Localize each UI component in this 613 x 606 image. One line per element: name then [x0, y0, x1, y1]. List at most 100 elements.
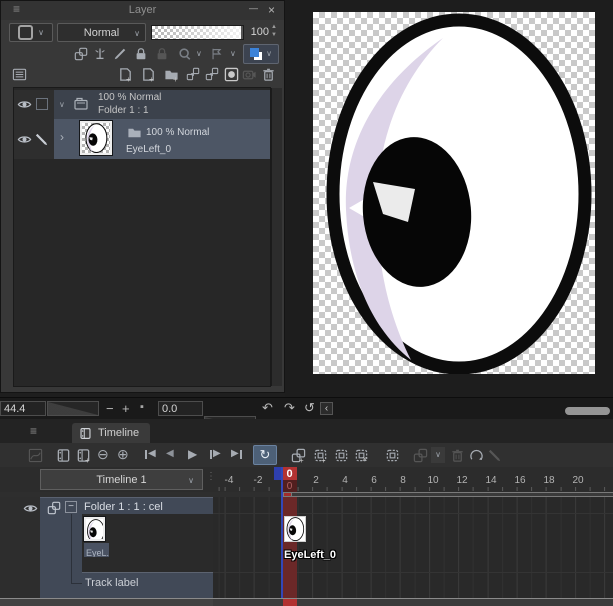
undo-button[interactable]: ↶ [262, 400, 273, 416]
new-raster-layer-button[interactable]: + [117, 65, 133, 83]
skip-to-end-button[interactable]: ▶ [231, 449, 242, 459]
track-cel-chip[interactable]: EyeL. [84, 543, 109, 557]
clip-to-layer-below-button[interactable] [73, 45, 89, 63]
edit-timeline-button[interactable] [55, 446, 71, 464]
brush-shape-dropdown[interactable]: ∨ [9, 23, 53, 42]
next-frame-button[interactable]: ▶ [210, 449, 221, 459]
track-visibility-button[interactable] [22, 500, 38, 516]
new-timeline-button[interactable]: + [75, 446, 91, 464]
onion-skin-options-button[interactable]: ∨ [431, 447, 445, 463]
zoom-in-button[interactable]: + [122, 401, 130, 416]
ruler-label: 2 [313, 475, 319, 486]
opacity-spinner[interactable]: ▲ ▼ [271, 24, 281, 41]
palette-menu-button[interactable] [11, 65, 27, 83]
plus-badge: + [126, 75, 131, 84]
create-layer-mask-button[interactable] [223, 65, 239, 83]
loop-playback-button[interactable]: ↻ [253, 445, 277, 465]
delete-layer-button[interactable] [260, 65, 276, 83]
play-button[interactable]: ▶ [188, 448, 197, 460]
layer-color-button[interactable]: ∨ [243, 44, 279, 64]
blend-mode-dropdown[interactable]: Normal ∨ [57, 23, 146, 42]
close-button[interactable]: × [268, 3, 275, 17]
timeline-zoom-out-button[interactable]: ⊖ [97, 446, 109, 463]
track-label: Track label [85, 577, 138, 589]
opacity-slider[interactable] [151, 25, 244, 40]
playhead-frame-indicator[interactable]: 0 [282, 467, 297, 480]
layer-visibility-button[interactable] [16, 131, 32, 147]
scrollbar-left-section [0, 599, 213, 606]
ruler-label: 4 [342, 475, 348, 486]
skip-to-start-button[interactable]: ◀ [145, 449, 156, 459]
actual-size-button[interactable]: ▪ [140, 401, 144, 413]
frame-ruler[interactable]: -4 -2 2 4 6 8 10 12 14 16 18 20 [213, 467, 613, 492]
ruler-options-chevron-icon[interactable]: ∨ [230, 50, 236, 58]
new-folder-button[interactable]: + [163, 65, 179, 83]
track-cel-thumbnail[interactable] [84, 517, 105, 541]
zoom-slider[interactable] [47, 401, 99, 416]
flip-view-button[interactable] [468, 446, 484, 464]
spinner-down-icon[interactable]: ▼ [271, 32, 277, 38]
previous-frame-button[interactable]: ◀ [166, 449, 174, 459]
layer-row-folder[interactable]: ∨ 100 % Normal Folder 1 : 1 [14, 90, 270, 119]
delete-specified-cels-button[interactable]: × [353, 446, 369, 464]
enable-mask-button[interactable] [177, 45, 193, 63]
lock-layer-button[interactable] [133, 45, 149, 63]
zoom-out-button[interactable]: − [106, 401, 114, 416]
playhead-frame-number: 0 [286, 468, 292, 480]
zoom-slider-wedge [48, 402, 98, 415]
reference-layer-button[interactable] [92, 45, 108, 63]
mask-options-chevron-icon[interactable]: ∨ [196, 50, 202, 58]
collapse-left-icon: ‹ [325, 404, 328, 414]
transfer-to-lower-button[interactable] [185, 65, 201, 83]
camera-folder-button[interactable] [241, 65, 257, 83]
frames-grid-hline-bottom [213, 572, 613, 573]
brush-shape-icon [18, 25, 33, 40]
canvas-transparent-background[interactable] [313, 12, 595, 374]
timeline-zoom-in-button[interactable]: ⊕ [117, 446, 129, 463]
playhead-start-line [281, 467, 283, 606]
delete-cel-button[interactable] [449, 446, 465, 464]
cel-selection-button[interactable] [384, 446, 400, 464]
merge-to-lower-button[interactable] [204, 65, 220, 83]
triangle-left-icon: ◀ [148, 449, 156, 459]
chevron-down-icon: ∨ [38, 29, 44, 37]
onion-skin-button[interactable] [412, 446, 428, 464]
timeline-tab[interactable]: Timeline [72, 423, 150, 443]
layer-select-checkbox[interactable] [36, 98, 48, 110]
reset-rotation-button[interactable]: ↺ [304, 400, 315, 416]
timeline-selector-dropdown[interactable]: Timeline 1 ∨ [40, 469, 203, 490]
triangle-left-icon: ◀ [166, 449, 174, 459]
correct-line-button[interactable] [487, 446, 503, 464]
zoom-value-box[interactable]: 44.4 [0, 401, 46, 416]
collapse-navigation-button[interactable]: ‹ [320, 402, 333, 415]
layer-thumbnail[interactable] [80, 121, 112, 155]
track-cel-strip[interactable]: EyeL. [82, 514, 213, 572]
spinner-up-icon[interactable]: ▲ [271, 24, 277, 30]
panel-title: Layer [1, 4, 284, 16]
timeline-bottom-scrollbar[interactable] [0, 598, 613, 606]
layer-list-scrollbar[interactable] [271, 88, 282, 386]
folder-expand-chevron-icon[interactable]: ∨ [59, 101, 65, 109]
canvas-horizontal-scrollbar[interactable] [565, 407, 610, 415]
new-layer-dialog-button[interactable]: + [140, 65, 156, 83]
timeline-panel-menu-icon[interactable]: ≡ [30, 424, 37, 438]
frame0-cel-thumbnail[interactable] [284, 516, 306, 542]
graph-editor-button[interactable] [27, 446, 43, 464]
layer-visibility-button[interactable] [16, 96, 32, 112]
new-cel-button[interactable]: + [312, 446, 328, 464]
layer-list: ∨ 100 % Normal Folder 1 : 1 › 100 % Norm… [13, 87, 271, 387]
redo-button[interactable]: ↷ [284, 400, 295, 416]
track-collapse-button[interactable]: − [65, 501, 77, 513]
lock-transparent-pixels-button[interactable] [154, 45, 170, 63]
minimize-button[interactable]: — [249, 3, 258, 13]
ruler-button[interactable] [209, 45, 225, 63]
specify-cels-button[interactable] [333, 446, 349, 464]
track-tree-corner [71, 583, 82, 584]
layer-expand-chevron-icon[interactable]: › [60, 130, 64, 144]
eye-artwork [313, 12, 595, 374]
chevron-down-icon: ∨ [134, 30, 140, 38]
layer-row-cel-selected[interactable]: › 100 % Normal EyeLeft_0 [14, 119, 270, 159]
rotation-value-box[interactable]: 0.0 [158, 401, 203, 416]
new-animation-cel-button[interactable]: + [290, 446, 306, 464]
draft-layer-button[interactable] [112, 45, 128, 63]
